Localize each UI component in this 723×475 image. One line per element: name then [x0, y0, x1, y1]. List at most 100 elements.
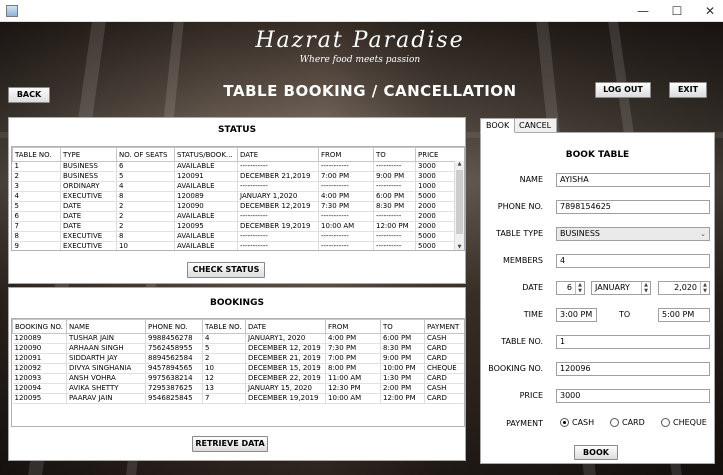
back-button[interactable]: BACK [8, 87, 50, 103]
spinner-arrows-icon[interactable]: ▲ ▼ [700, 282, 709, 294]
table-cell: CARD [424, 343, 464, 354]
status-scrollbar[interactable]: ▲ ▼ [454, 161, 464, 250]
table-cell: 11:00 AM [325, 373, 381, 384]
bookings-table-row[interactable]: 120090 ARHAAN SINGH 7562458955 5 DECEMBER 12… [12, 343, 464, 354]
bookings-column-header[interactable]: NAME [66, 319, 146, 334]
table-cell: 12:30 PM [325, 383, 381, 394]
month-spinner[interactable]: JANUARY ▲ ▼ [591, 281, 651, 295]
bookings-column-header[interactable]: PAYMENT [424, 319, 464, 334]
table-cell: 7:00 PM [325, 353, 381, 364]
status-table-row[interactable]: 9 EXECUTIVE 10 AVAILABLE ----------- --------… [12, 241, 464, 250]
table-no-field[interactable]: 1 [556, 335, 710, 349]
table-cell: DECEMBER 15, 2019 [245, 363, 326, 374]
time-from-field[interactable]: 3:00 PM [556, 308, 597, 322]
status-column-header[interactable]: FROM [318, 147, 374, 162]
status-column-header[interactable]: PRICE [415, 147, 464, 162]
table-cell: 5 [12, 201, 61, 212]
table-cell: DECEMBER 12, 2019 [245, 343, 326, 354]
table-cell: 8 [116, 231, 175, 242]
table-cell: ---------- [373, 161, 416, 172]
payment-cash-radio[interactable]: CASH [560, 418, 594, 427]
table-cell: DECEMBER 21,2019 [237, 171, 319, 182]
bookings-table-row[interactable]: 120095 PAARAV JAIN 9546825845 7 DECEMBER 19,… [12, 393, 464, 404]
table-cell: 2 [116, 211, 175, 222]
payment-card-radio[interactable]: CARD [610, 418, 645, 427]
logout-button[interactable]: LOG OUT [595, 82, 651, 98]
table-cell: DIVYA SINGHANIA [66, 363, 146, 374]
bookings-table-row[interactable]: 120094 AVIKA SHETTY 7295387625 13 JANUARY 15… [12, 383, 464, 394]
bookings-table-row[interactable]: 120092 DIVYA SINGHANIA 9457894565 10 DECEMBE… [12, 363, 464, 374]
table-cell: 5 [116, 171, 175, 182]
status-column-header[interactable]: TYPE [60, 147, 117, 162]
bookings-table-row[interactable]: 120089 TUSHAR JAIN 9988456278 4 JANUARY1, 20… [12, 333, 464, 344]
payment-cheque-radio[interactable]: CHEQUE [661, 418, 707, 427]
table-cell: 3 [12, 181, 61, 192]
status-table-row[interactable]: 6 DATE 2 AVAILABLE ----------- ----------- ---… [12, 211, 464, 222]
status-table-row[interactable]: 7 DATE 2 120095 DECEMBER 19,2019 10:00 AM 12:0… [12, 221, 464, 232]
close-window-button[interactable]: ✕ [693, 0, 723, 22]
table-cell: EXECUTIVE [60, 241, 117, 250]
table-cell: 8 [12, 231, 61, 242]
table-no-label: TABLE NO. [501, 337, 543, 346]
name-field[interactable]: AYISHA [556, 173, 710, 187]
status-panel: STATUS TABLE NO. TYPE NO. OF SEATS STATUS/B… [8, 117, 466, 284]
bookings-column-header[interactable]: TO [380, 319, 425, 334]
status-column-header[interactable]: NO. OF SEATS [116, 147, 175, 162]
bookings-column-header[interactable]: PHONE NO. [145, 319, 203, 334]
chevron-down-icon: ⌄ [700, 230, 706, 238]
bookings-column-header[interactable]: BOOKING NO. [12, 319, 67, 334]
table-cell: 8:30 PM [380, 343, 425, 354]
price-field[interactable]: 3000 [556, 389, 710, 403]
page-title: TABLE BOOKING / CANCELLATION [223, 82, 517, 100]
table-cell: 120090 [12, 343, 67, 354]
status-column-header[interactable]: DATE [237, 147, 319, 162]
table-cell: 120089 [174, 191, 238, 202]
status-table-row[interactable]: 3 ORDINARY 4 AVAILABLE ----------- ----------… [12, 181, 464, 192]
table-cell: 9988456278 [145, 333, 203, 344]
spinner-arrows-icon[interactable]: ▲ ▼ [641, 282, 650, 294]
status-column-header[interactable]: STATUS/BOOK... [174, 147, 238, 162]
phone-field[interactable]: 7898154625 [556, 200, 710, 214]
day-spinner[interactable]: 6 ▲ ▼ [556, 281, 585, 295]
table-type-select[interactable]: BUSINESS ⌄ [556, 227, 710, 241]
status-table-row[interactable]: 4 EXECUTIVE 8 120089 JANUARY 1,2020 4:00 PM 6:… [12, 191, 464, 202]
members-field[interactable]: 4 [556, 254, 710, 268]
bookings-column-header[interactable]: FROM [325, 319, 381, 334]
table-cell: CASH [424, 333, 464, 344]
spinner-arrows-icon[interactable]: ▲ ▼ [575, 282, 584, 294]
check-status-button[interactable]: CHECK STATUS [187, 262, 265, 278]
table-cell: 2 [12, 171, 61, 182]
minimize-button[interactable]: — [626, 0, 660, 22]
status-body: 1 BUSINESS 6 AVAILABLE ----------- ----------… [12, 161, 464, 250]
date-label: DATE [522, 283, 543, 292]
status-table-row[interactable]: 8 EXECUTIVE 8 AVAILABLE ----------- ---------… [12, 231, 464, 242]
time-to-field[interactable]: 5:00 PM [658, 308, 710, 322]
status-table-row[interactable]: 2 BUSINESS 5 120091 DECEMBER 21,2019 7:00 PM 9… [12, 171, 464, 182]
bookings-column-header[interactable]: DATE [245, 319, 326, 334]
exit-button[interactable]: EXIT [669, 82, 707, 98]
status-column-header[interactable]: TO [373, 147, 416, 162]
table-cell: 6:00 PM [373, 191, 416, 202]
table-cell: CASH [424, 383, 464, 394]
bookings-column-header[interactable]: TABLE NO. [202, 319, 246, 334]
status-column-header[interactable]: TABLE NO. [12, 147, 61, 162]
year-spinner[interactable]: 2,020 ▲ ▼ [658, 281, 710, 295]
retrieve-data-button[interactable]: RETRIEVE DATA [192, 436, 268, 452]
table-cell: BUSINESS [60, 171, 117, 182]
maximize-button[interactable]: ☐ [660, 0, 694, 22]
bookings-table-row[interactable]: 120093 ANSH VOHRA 9975638214 12 DECEMBER 22,… [12, 373, 464, 384]
table-cell: EXECUTIVE [60, 191, 117, 202]
payment-card-label: CARD [622, 418, 645, 427]
book-button[interactable]: BOOK [574, 445, 618, 460]
tab-book[interactable]: BOOK [480, 118, 516, 133]
table-cell: 120093 [12, 373, 67, 384]
status-table-row[interactable]: 5 DATE 2 120090 DECEMBER 12,2019 7:30 PM 8:30 … [12, 201, 464, 212]
status-table-row[interactable]: 1 BUSINESS 6 AVAILABLE ----------- ----------… [12, 161, 464, 172]
booking-no-field[interactable]: 120096 [556, 362, 710, 376]
tab-cancel[interactable]: CANCEL [513, 118, 558, 133]
table-cell: 4 [12, 191, 61, 202]
table-cell: ----------- [318, 161, 374, 172]
table-cell: ---------- [373, 241, 416, 250]
booking-tabs: BOOK CANCEL BOOK TABLE NAME AYISHA PHONE… [480, 118, 715, 464]
bookings-table-row[interactable]: 120091 SIDDARTH JAY 8894562584 2 DECEMBER 21… [12, 353, 464, 364]
